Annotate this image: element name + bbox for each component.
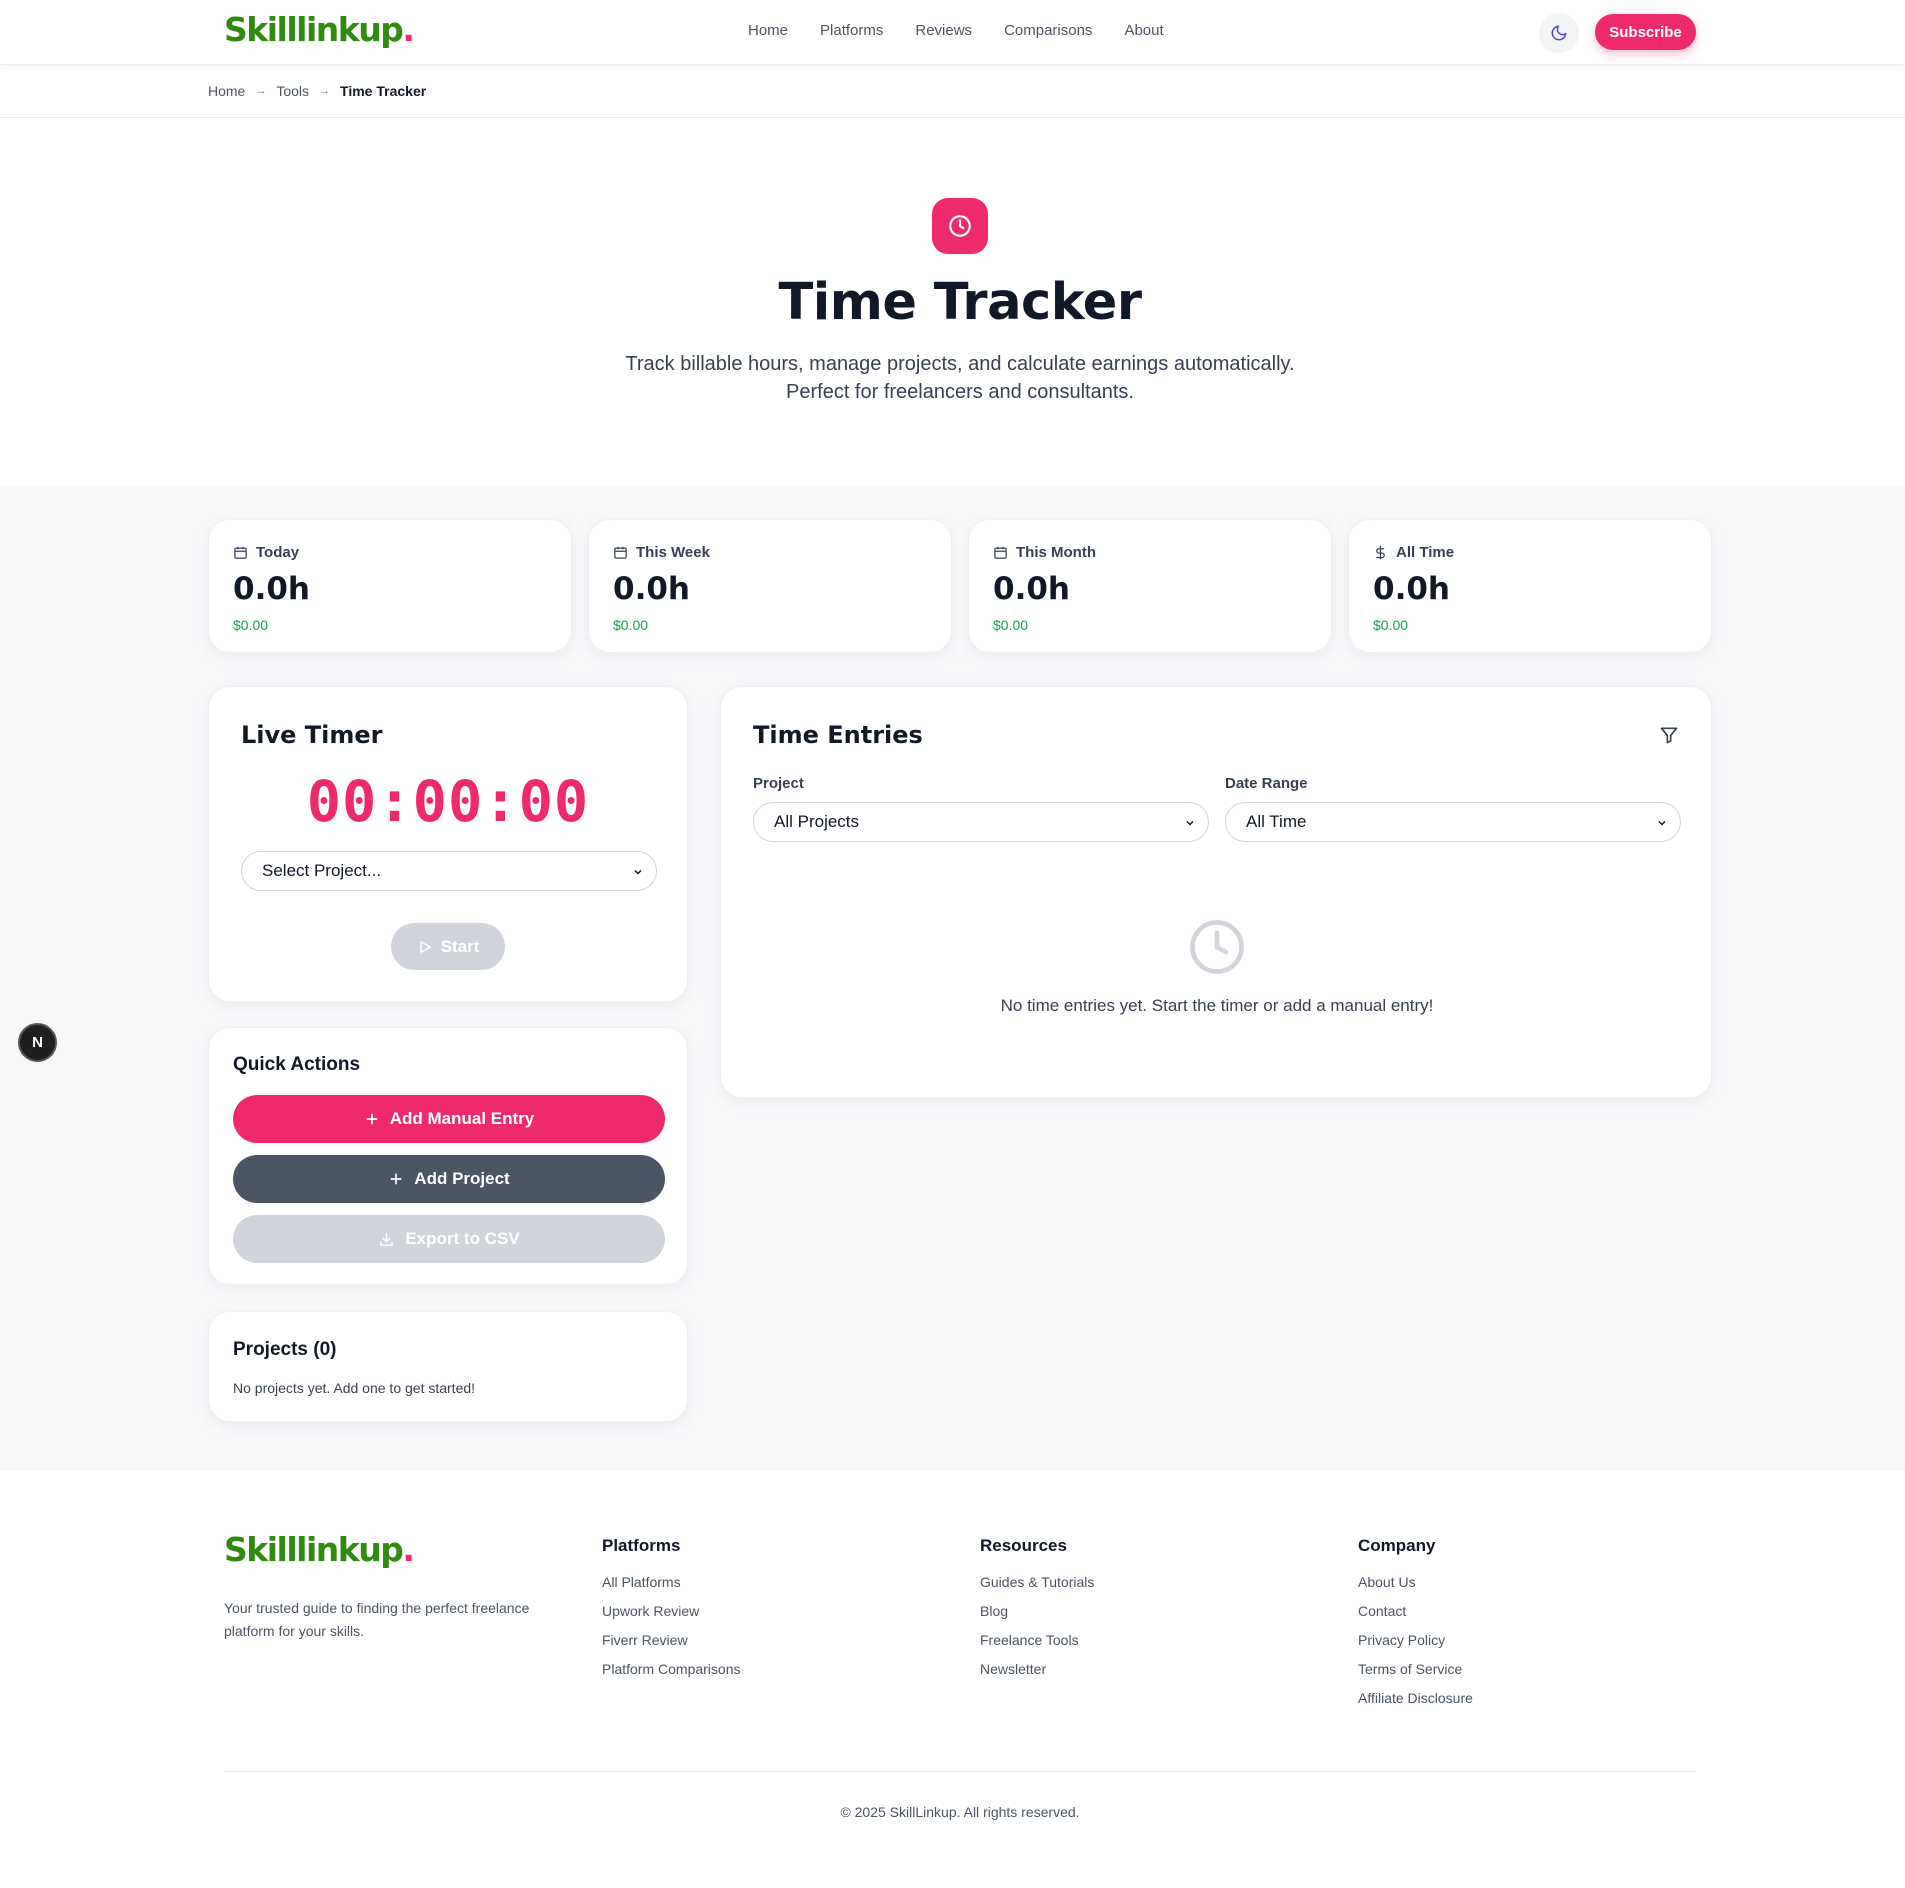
calendar-icon — [234, 546, 247, 559]
subscribe-button[interactable]: Subscribe — [1595, 14, 1696, 50]
stat-label: All Time — [1396, 544, 1455, 561]
footer-link[interactable]: All Platforms — [602, 1574, 741, 1590]
footer-logo[interactable]: Skilllinkup. — [224, 1530, 415, 1569]
filter-icon[interactable] — [1659, 725, 1679, 745]
date-range-select[interactable]: All Time — [1225, 802, 1681, 842]
stat-amount: $0.00 — [993, 617, 1029, 633]
breadcrumb: Home → Tools → Time Tracker — [0, 65, 1905, 118]
footer-link[interactable]: Newsletter — [980, 1661, 1094, 1677]
stat-amount: $0.00 — [233, 617, 269, 633]
nav-comparisons[interactable]: Comparisons — [1004, 22, 1092, 39]
chevron-down-icon — [634, 869, 642, 875]
timer-project-select[interactable]: Select Project... — [241, 851, 657, 891]
chevron-down-icon — [1658, 820, 1666, 826]
stat-label: Today — [256, 544, 300, 561]
nav-platforms[interactable]: Platforms — [820, 22, 883, 39]
stat-hours: 0.0h — [233, 571, 310, 607]
copyright-text: © 2025 SkillLinkup. All rights reserved. — [840, 1804, 1080, 1820]
stat-label: This Month — [1016, 544, 1096, 561]
moon-icon — [1551, 25, 1567, 41]
footer-link[interactable]: Guides & Tutorials — [980, 1574, 1094, 1590]
stat-hours: 0.0h — [1373, 571, 1450, 607]
chevron-down-icon — [1186, 820, 1194, 826]
plus-icon — [390, 1173, 402, 1185]
clock-icon — [949, 215, 971, 237]
calendar-icon — [614, 546, 627, 559]
project-filter-select[interactable]: All Projects — [753, 802, 1209, 842]
footer-column-platforms: Platforms All Platforms Upwork Review Fi… — [602, 1536, 741, 1690]
footer-link[interactable]: Terms of Service — [1358, 1661, 1473, 1677]
start-timer-button[interactable]: Start — [391, 923, 505, 970]
footer-link[interactable]: About Us — [1358, 1574, 1473, 1590]
time-entries-card: Time Entries Project All Projects Date R… — [720, 686, 1712, 1098]
calendar-icon — [994, 546, 1007, 559]
theme-toggle-button[interactable] — [1539, 13, 1579, 53]
add-project-button[interactable]: Add Project — [233, 1155, 665, 1203]
footer-column-title: Platforms — [602, 1536, 681, 1555]
footer-link[interactable]: Contact — [1358, 1603, 1473, 1619]
stat-card-today: Today 0.0h $0.00 — [208, 519, 572, 653]
breadcrumb-home[interactable]: Home — [208, 83, 245, 99]
footer-link[interactable]: Affiliate Disclosure — [1358, 1690, 1473, 1706]
footer-link[interactable]: Fiverr Review — [602, 1632, 741, 1648]
stat-card-month: This Month 0.0h $0.00 — [968, 519, 1332, 653]
page-title: Time Tracker — [778, 273, 1142, 332]
breadcrumb-current: Time Tracker — [340, 83, 427, 99]
page-subtitle: Track billable hours, manage projects, a… — [625, 353, 1295, 403]
plus-icon — [366, 1113, 378, 1125]
date-range-label: Date Range — [1225, 775, 1308, 792]
footer-link[interactable]: Freelance Tools — [980, 1632, 1094, 1648]
live-timer-title: Live Timer — [241, 721, 383, 749]
stat-amount: $0.00 — [1373, 617, 1409, 633]
nav-home[interactable]: Home — [748, 22, 788, 39]
timer-display: 00:00:00 — [306, 769, 590, 835]
footer-link[interactable]: Platform Comparisons — [602, 1661, 741, 1677]
footer-column-title: Resources — [980, 1536, 1067, 1555]
clock-icon — [1190, 920, 1244, 974]
live-timer-card: Live Timer 00:00:00 Select Project... St… — [208, 686, 688, 1002]
stat-card-week: This Week 0.0h $0.00 — [588, 519, 952, 653]
stat-label: This Week — [636, 544, 710, 561]
stat-hours: 0.0h — [993, 571, 1070, 607]
footer-divider — [224, 1771, 1696, 1772]
add-manual-entry-button[interactable]: Add Manual Entry — [233, 1095, 665, 1143]
footer-link[interactable]: Privacy Policy — [1358, 1632, 1473, 1648]
footer-link[interactable]: Upwork Review — [602, 1603, 741, 1619]
export-csv-button[interactable]: Export to CSV — [233, 1215, 665, 1263]
nav-reviews[interactable]: Reviews — [915, 22, 972, 39]
breadcrumb-separator: → — [319, 85, 331, 97]
breadcrumb-tools[interactable]: Tools — [276, 83, 309, 99]
project-filter-label: Project — [753, 775, 804, 792]
projects-title: Projects (0) — [233, 1339, 337, 1360]
hero-icon-tile — [932, 198, 988, 254]
play-icon — [419, 940, 431, 953]
download-icon — [380, 1232, 394, 1246]
quick-actions-title: Quick Actions — [233, 1054, 361, 1075]
footer-link[interactable]: Blog — [980, 1603, 1094, 1619]
entries-empty-text: No time entries yet. Start the timer or … — [1000, 996, 1434, 1015]
projects-empty-text: No projects yet. Add one to get started! — [233, 1380, 476, 1396]
stat-card-all-time: All Time 0.0h $0.00 — [1348, 519, 1712, 653]
main-nav: Home Platforms Reviews Comparisons About — [748, 22, 1196, 39]
nav-about[interactable]: About — [1124, 22, 1163, 39]
dollar-icon — [1376, 545, 1385, 560]
footer-description: Your trusted guide to finding the perfec… — [224, 1600, 530, 1639]
footer-column-company: Company About Us Contact Privacy Policy … — [1358, 1536, 1473, 1719]
breadcrumb-separator: → — [255, 85, 267, 97]
quick-actions-card: Quick Actions Add Manual Entry Add Proje… — [208, 1027, 688, 1285]
brand-logo[interactable]: Skilllinkup. — [224, 10, 415, 49]
time-entries-title: Time Entries — [753, 721, 923, 749]
projects-card: Projects (0) No projects yet. Add one to… — [208, 1311, 688, 1422]
footer-column-resources: Resources Guides & Tutorials Blog Freela… — [980, 1536, 1094, 1690]
stat-hours: 0.0h — [613, 571, 690, 607]
footer-column-title: Company — [1358, 1536, 1436, 1555]
top-navbar: Skilllinkup. Home Platforms Reviews Comp… — [0, 0, 1905, 65]
stat-amount: $0.00 — [613, 617, 649, 633]
dev-tools-badge[interactable]: N — [18, 1023, 57, 1062]
